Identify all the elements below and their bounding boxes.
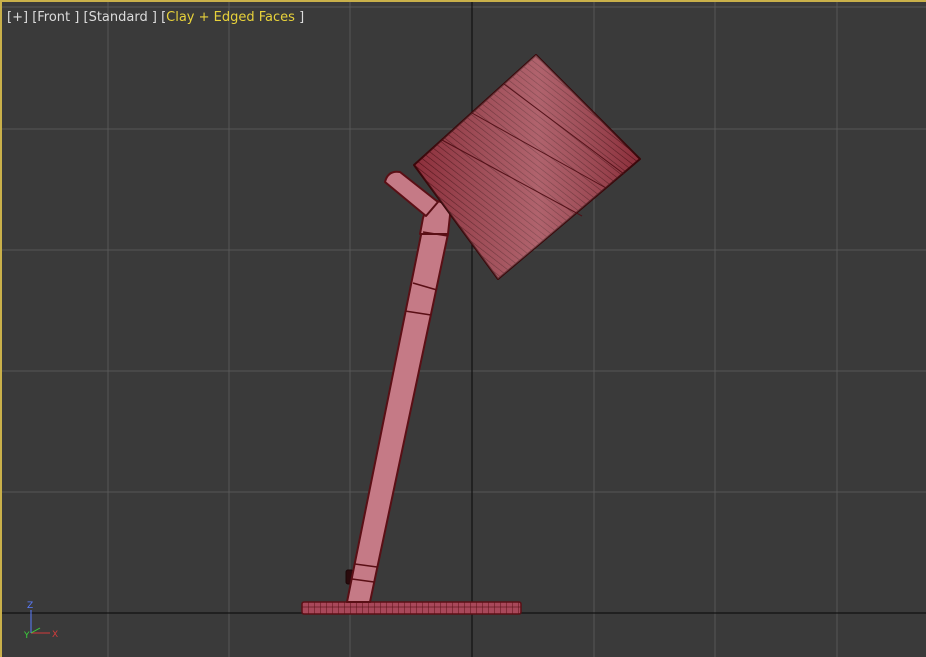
axis-tripod-icon: Z Y X xyxy=(23,601,58,641)
axis-x-label: X xyxy=(52,630,58,640)
axis-y-label: Y xyxy=(23,631,30,641)
axis-z-label: Z xyxy=(27,601,33,611)
front-viewport[interactable]: [+] [Front ] [Standard ] [Clay + Edged F… xyxy=(0,0,926,657)
